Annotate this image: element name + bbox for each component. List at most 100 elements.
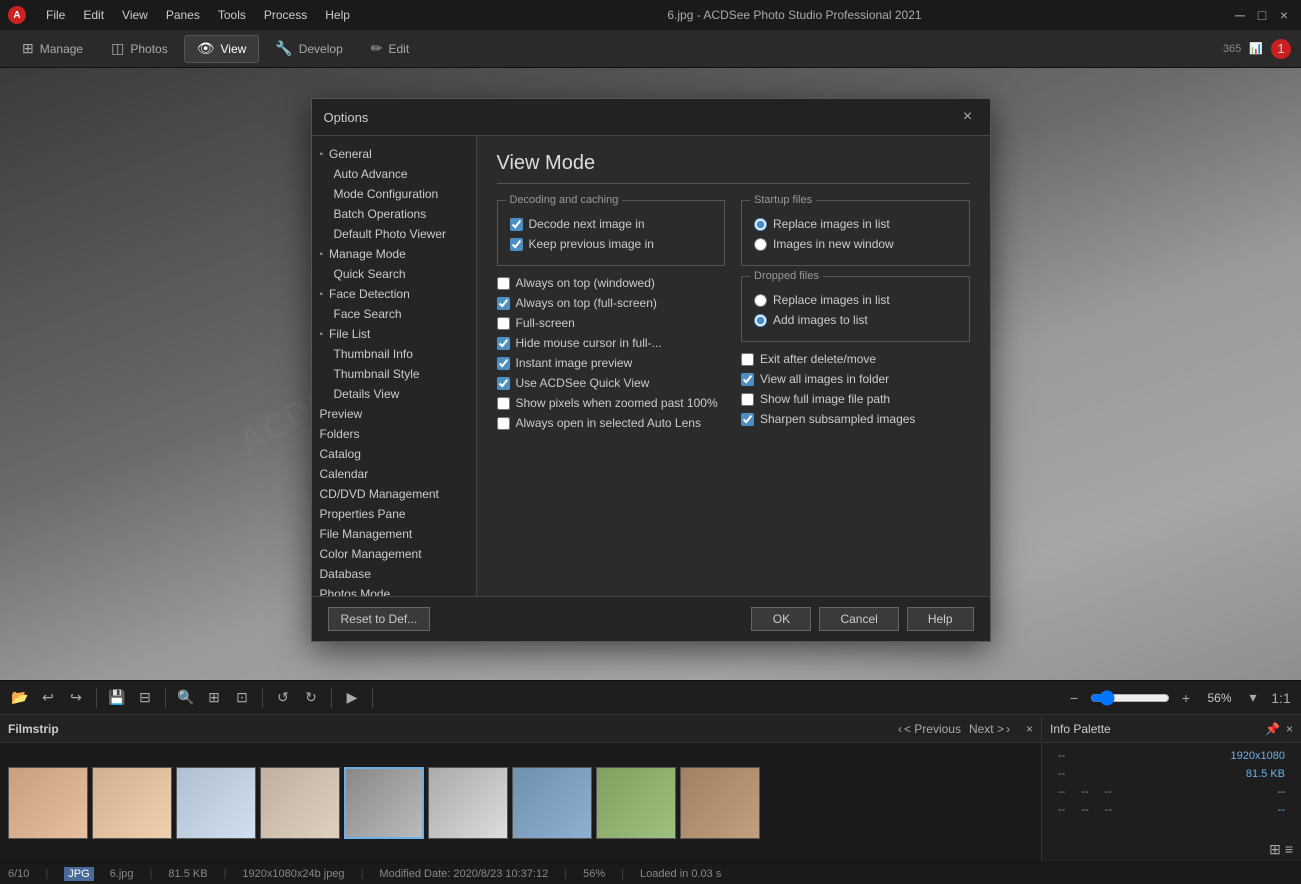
tree-item-file-list[interactable]: ▪File List xyxy=(312,324,476,344)
menu-edit[interactable]: Edit xyxy=(75,6,112,24)
exit-after-delete-checkbox[interactable] xyxy=(741,353,754,366)
fullscreen-checkbox[interactable] xyxy=(497,317,510,330)
thumb-5-selected[interactable] xyxy=(344,767,424,839)
dialog-close-button[interactable]: × xyxy=(958,107,978,127)
view-button[interactable]: ⊟ xyxy=(133,686,157,710)
show-full-path-checkbox[interactable] xyxy=(741,393,754,406)
sharpen-subsampled-checkbox[interactable] xyxy=(741,413,754,426)
mode-view[interactable]: 👁 View xyxy=(184,35,260,63)
rotate-right-button[interactable]: ↻ xyxy=(299,686,323,710)
zoom-out-small-button[interactable]: − xyxy=(1062,686,1086,710)
zoom-in-button[interactable]: 🔍 xyxy=(174,686,198,710)
mode-edit[interactable]: ✏ Edit xyxy=(359,35,421,63)
keep-prev-checkbox[interactable] xyxy=(510,238,523,251)
auto-lens-checkbox[interactable] xyxy=(497,417,510,430)
info-palette-close-icon[interactable]: × xyxy=(1286,722,1293,736)
mode-develop[interactable]: 🔧 Develop xyxy=(263,35,354,63)
thumb-2[interactable] xyxy=(92,767,172,839)
tree-item-folders[interactable]: Folders xyxy=(312,424,476,444)
zoom-slider[interactable] xyxy=(1090,690,1170,706)
tree-item-face-detection[interactable]: ▪Face Detection xyxy=(312,284,476,304)
tree-item-face-search[interactable]: Face Search xyxy=(312,304,476,324)
tree-item-thumbnail-info[interactable]: Thumbnail Info xyxy=(312,344,476,364)
dropped-replace-radio[interactable] xyxy=(754,294,767,307)
startup-replace-radio[interactable] xyxy=(754,218,767,231)
zoom-fit-button[interactable]: ⊞ xyxy=(202,686,226,710)
instant-preview-label: Instant image preview xyxy=(516,356,633,370)
undo-button[interactable]: ↩ xyxy=(36,686,60,710)
thumb-6[interactable] xyxy=(428,767,508,839)
tree-item-batch-ops[interactable]: Batch Operations xyxy=(312,204,476,224)
tree-item-database[interactable]: Database xyxy=(312,564,476,584)
next-button[interactable]: Next > › xyxy=(969,722,1010,736)
startup-new-window-radio[interactable] xyxy=(754,238,767,251)
tree-item-quick-search[interactable]: Quick Search xyxy=(312,264,476,284)
tree-item-catalog[interactable]: Catalog xyxy=(312,444,476,464)
options-left-col: Decoding and caching Decode next image i… xyxy=(497,200,726,436)
thumb-8[interactable] xyxy=(596,767,676,839)
play-button[interactable]: ▶ xyxy=(340,686,364,710)
info-grid-icon[interactable]: ⊞ xyxy=(1269,841,1281,858)
thumb-7[interactable] xyxy=(512,767,592,839)
zoom-dropdown-button[interactable]: ▾ xyxy=(1241,686,1265,710)
instant-preview-checkbox[interactable] xyxy=(497,357,510,370)
zoom-ratio-label: 1:1 xyxy=(1271,690,1290,706)
view-all-images-row: View all images in folder xyxy=(741,372,970,386)
always-on-top-windowed-checkbox[interactable] xyxy=(497,277,510,290)
zoom-actual-button[interactable]: ⊡ xyxy=(230,686,254,710)
open-button[interactable]: 📂 xyxy=(8,686,32,710)
tree-item-mode-config[interactable]: Mode Configuration xyxy=(312,184,476,204)
tree-item-default-viewer[interactable]: Default Photo Viewer xyxy=(312,224,476,244)
save-button[interactable]: 💾 xyxy=(105,686,129,710)
app-icon: A xyxy=(8,6,26,24)
mode-photos[interactable]: ◫ Photos xyxy=(99,35,180,63)
always-on-top-fullscreen-checkbox[interactable] xyxy=(497,297,510,310)
tree-item-calendar[interactable]: Calendar xyxy=(312,464,476,484)
menu-tools[interactable]: Tools xyxy=(210,6,254,24)
thumb-9[interactable] xyxy=(680,767,760,839)
tree-item-color-management[interactable]: Color Management xyxy=(312,544,476,564)
menu-process[interactable]: Process xyxy=(256,6,315,24)
tree-item-details-view[interactable]: Details View xyxy=(312,384,476,404)
thumb-3[interactable] xyxy=(176,767,256,839)
tree-item-thumbnail-style[interactable]: Thumbnail Style xyxy=(312,364,476,384)
info-row-3: -- -- -- -- xyxy=(1050,783,1293,801)
cancel-button[interactable]: Cancel xyxy=(819,607,898,631)
tree-item-photos-mode[interactable]: Photos Mode xyxy=(312,584,476,596)
quick-view-checkbox[interactable] xyxy=(497,377,510,390)
rotate-left-button[interactable]: ↺ xyxy=(271,686,295,710)
tree-item-cddvd[interactable]: CD/DVD Management xyxy=(312,484,476,504)
tree-item-manage-mode[interactable]: ▪Manage Mode xyxy=(312,244,476,264)
dropped-add-radio[interactable] xyxy=(754,314,767,327)
redo-button[interactable]: ↪ xyxy=(64,686,88,710)
zoom-actual-ratio-button[interactable]: 1:1 xyxy=(1269,686,1293,710)
tree-item-preview[interactable]: Preview xyxy=(312,404,476,424)
maximize-button[interactable]: □ xyxy=(1253,6,1271,24)
decode-next-checkbox[interactable] xyxy=(510,218,523,231)
thumb-1[interactable] xyxy=(8,767,88,839)
menu-help[interactable]: Help xyxy=(317,6,358,24)
filmstrip-close-button[interactable]: × xyxy=(1026,722,1033,736)
reset-button[interactable]: Reset to Def... xyxy=(328,607,431,631)
menu-view[interactable]: View xyxy=(114,6,156,24)
info-palette-pin-icon[interactable]: 📌 xyxy=(1265,722,1280,736)
info-list-icon[interactable]: ≡ xyxy=(1285,841,1293,858)
zoom-in-small-button[interactable]: + xyxy=(1174,686,1198,710)
mode-manage[interactable]: ⊞ Manage xyxy=(10,35,95,63)
close-button[interactable]: × xyxy=(1275,6,1293,24)
show-pixels-checkbox[interactable] xyxy=(497,397,510,410)
tree-item-general[interactable]: ▪General xyxy=(312,144,476,164)
menu-file[interactable]: File xyxy=(38,6,73,24)
menu-panes[interactable]: Panes xyxy=(158,6,208,24)
view-all-images-checkbox[interactable] xyxy=(741,373,754,386)
help-button[interactable]: Help xyxy=(907,607,974,631)
prev-button[interactable]: ‹ < Previous xyxy=(898,722,961,736)
hide-mouse-row: Hide mouse cursor in full-... xyxy=(497,336,726,350)
hide-mouse-checkbox[interactable] xyxy=(497,337,510,350)
minimize-button[interactable]: ─ xyxy=(1231,6,1249,24)
tree-item-file-management[interactable]: File Management xyxy=(312,524,476,544)
thumb-4[interactable] xyxy=(260,767,340,839)
ok-button[interactable]: OK xyxy=(751,607,811,631)
tree-item-auto-advance[interactable]: Auto Advance xyxy=(312,164,476,184)
tree-item-properties-pane[interactable]: Properties Pane xyxy=(312,504,476,524)
